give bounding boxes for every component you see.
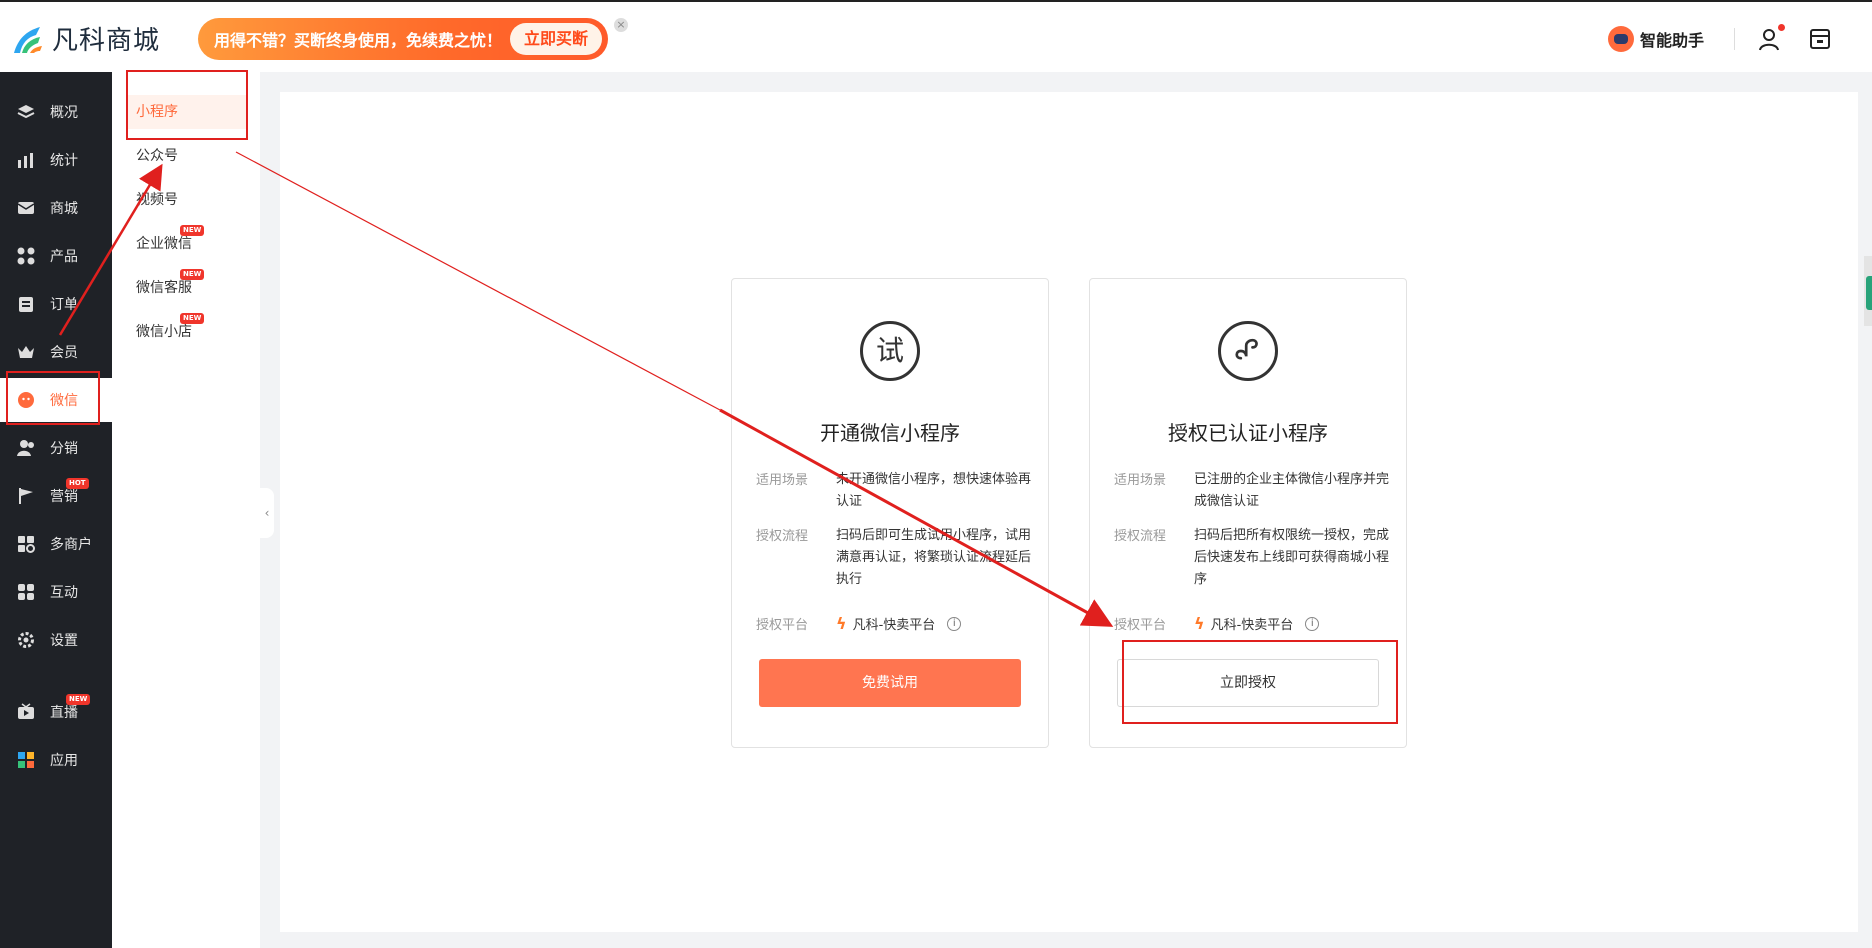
platform-row: 授权平台 ϟ 凡科-快卖平台 i [1114,614,1394,633]
sidebar-item-label: 直播 [50,705,78,721]
sidebar-item-members[interactable]: 会员 [0,330,112,374]
sidebar-item-label: 概况 [50,105,78,121]
sidebar-item-multi-merchant[interactable]: 多商户 [0,522,112,566]
store-icon[interactable] [1808,27,1832,51]
chart-icon [18,153,33,168]
sidebar-item-settings[interactable]: 设置 [0,618,112,662]
submenu-official-account[interactable]: 公众号 [128,139,246,173]
new-badge: NEW [180,313,205,324]
flow-label: 授权流程 [1114,529,1167,544]
app-blocks-icon [18,752,34,768]
mail-icon [17,202,35,214]
collapse-sidebar-button[interactable]: ‹ [260,488,274,538]
sidebar-item-label: 营销 [50,489,78,505]
hot-badge: HOT [66,478,89,489]
layers-icon [17,105,35,119]
sidebar-item-overview[interactable]: 概况 [0,90,112,134]
flow-text: 扫码后即可生成试用小程序，试用满意再认证，将繁琐认证流程延后执行 [836,528,1032,587]
submenu-channels[interactable]: 视频号 [128,183,246,217]
info-icon[interactable]: i [1305,616,1320,631]
scene-row: 适用场景 已注册的企业主体微信小程序并完成微信认证 [1114,469,1394,513]
new-badge: NEW [180,269,205,280]
sidebar-item-label: 多商户 [50,537,92,553]
divider [1734,28,1735,50]
scene-label: 适用场景 [756,473,809,488]
apps-icon [18,584,34,600]
sidebar-item-label: 应用 [50,753,78,769]
trial-icon: 试 [860,321,920,381]
sidebar-item-interaction[interactable]: 互动 [0,570,112,614]
sidebar-item-orders[interactable]: 订单 [0,282,112,326]
grid-icon [17,247,35,265]
top-bar: 凡科商城 用得不错？买断终身使用，免续费之忧！ 立即买断 × 智能助手 [0,0,1872,72]
sidebar-item-products[interactable]: 产品 [0,234,112,278]
card-title: 授权已认证小程序 [1168,421,1328,445]
robot-icon [1608,26,1634,52]
smart-assistant-button[interactable]: 智能助手 [1608,26,1704,52]
flow-text: 扫码后把所有权限统一授权，完成后快速发布上线即可获得商城小程序 [1194,528,1390,587]
mini-program-icon [1218,321,1278,381]
gear-icon [18,632,34,648]
promo-banner[interactable]: 用得不错？买断终身使用，免续费之忧！ 立即买断 [198,18,608,60]
sidebar-item-marketing[interactable]: 营销 HOT [0,474,112,518]
brand-logo[interactable]: 凡科商城 [10,20,160,57]
assistant-label: 智能助手 [1640,31,1705,50]
platform-name: 凡科-快卖平台 [1210,618,1294,633]
sidebar-item-label: 分销 [50,441,78,457]
scene-text: 已注册的企业主体微信小程序并完成微信认证 [1194,472,1390,509]
highlight-authorize-button [1122,640,1398,724]
info-icon[interactable]: i [947,616,962,631]
sidebar-item-statistics[interactable]: 统计 [0,138,112,182]
tv-icon [18,703,34,719]
highlight-mini-program [126,70,248,140]
main-content [280,92,1858,932]
sidebar-item-label: 会员 [50,345,78,361]
highlight-wechat [6,371,100,425]
promo-text: 用得不错？买断终身使用，免续费之忧！ [214,31,503,50]
scene-label: 适用场景 [1114,473,1167,488]
clipboard-icon [19,297,33,312]
sidebar-item-mall[interactable]: 商城 [0,186,112,230]
new-badge: NEW [180,225,205,236]
card-title: 开通微信小程序 [820,421,960,445]
sidebar-item-label: 产品 [50,249,78,265]
sidebar-item-distribution[interactable]: 分销 [0,426,112,470]
new-badge: NEW [66,694,91,705]
platform-row: 授权平台 ϟ 凡科-快卖平台 i [756,614,1036,633]
flag-icon [19,488,33,504]
close-icon[interactable]: × [614,18,628,32]
bolt-icon: ϟ [1194,614,1205,633]
sidebar-item-label: 统计 [50,153,78,169]
platform-label: 授权平台 [1114,618,1167,633]
sidebar-item-label: 设置 [50,633,78,649]
sidebar-item-label: 订单 [50,297,78,313]
brand-logo-icon [14,26,42,53]
flow-row: 授权流程 扫码后把所有权限统一授权，完成后快速发布上线即可获得商城小程序 [1114,525,1394,591]
scene-text: 未开通微信小程序，想快速体验再认证 [836,472,1032,509]
users-icon [17,440,34,456]
scene-row: 适用场景 未开通微信小程序，想快速体验再认证 [756,469,1036,513]
bolt-icon: ϟ [836,614,847,633]
flow-row: 授权流程 扫码后即可生成试用小程序，试用满意再认证，将繁琐认证流程延后执行 [756,525,1036,591]
notification-dot [1778,24,1785,31]
trial-mini-program-card: 试 开通微信小程序 适用场景 未开通微信小程序，想快速体验再认证 授权流程 扫码… [731,278,1049,748]
platform-label: 授权平台 [756,618,809,633]
buyout-button[interactable]: 立即买断 [509,23,602,55]
store-grid-icon [18,536,35,553]
brand-name: 凡科商城 [52,26,161,56]
sidebar-item-live[interactable]: 直播 NEW [0,690,112,734]
platform-name: 凡科-快卖平台 [852,618,936,633]
sidebar-item-label: 商城 [50,201,78,217]
crown-icon [18,346,34,358]
side-float-tab[interactable] [1866,276,1872,310]
flow-label: 授权流程 [756,529,809,544]
free-trial-button[interactable]: 免费试用 [759,659,1021,707]
sidebar-item-apps[interactable]: 应用 [0,738,112,782]
sidebar-item-label: 互动 [50,585,78,601]
